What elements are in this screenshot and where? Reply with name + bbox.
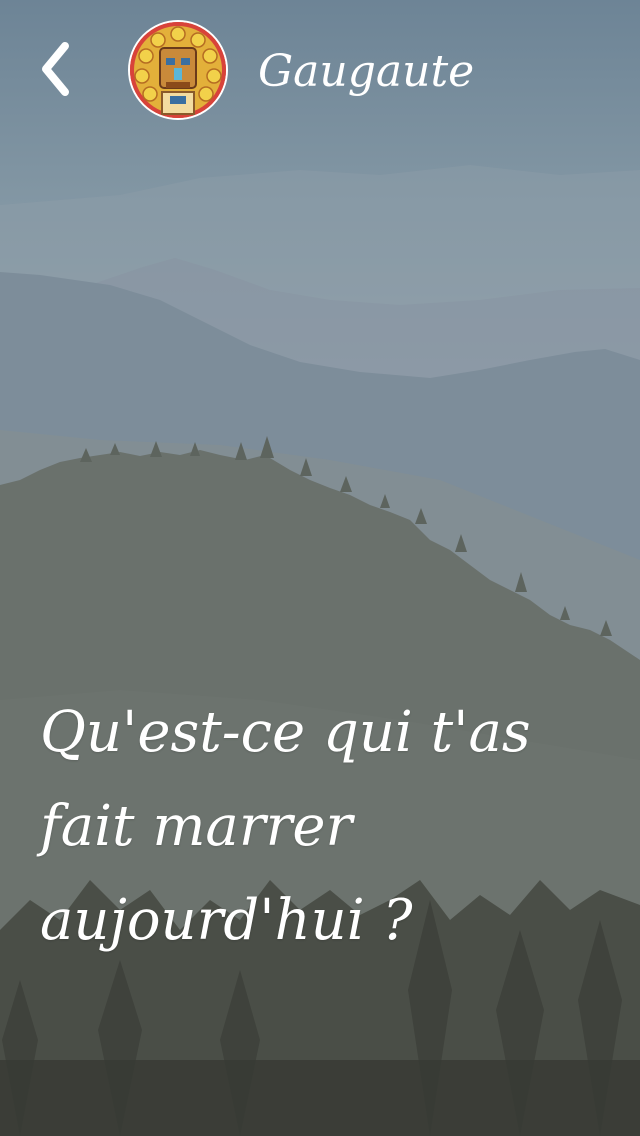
- username[interactable]: Gaugaute: [258, 40, 474, 104]
- question-prompt: Qu'est-ce qui t'as fait marrer aujourd'h…: [40, 700, 531, 953]
- screen: Gaugaute Qu'est-ce qui t'as fait marrer …: [0, 0, 640, 1136]
- avatar[interactable]: [128, 20, 228, 120]
- back-button[interactable]: [30, 38, 80, 100]
- chevron-left-icon: [42, 42, 69, 96]
- tiki-mask-avatar-icon: [130, 22, 226, 118]
